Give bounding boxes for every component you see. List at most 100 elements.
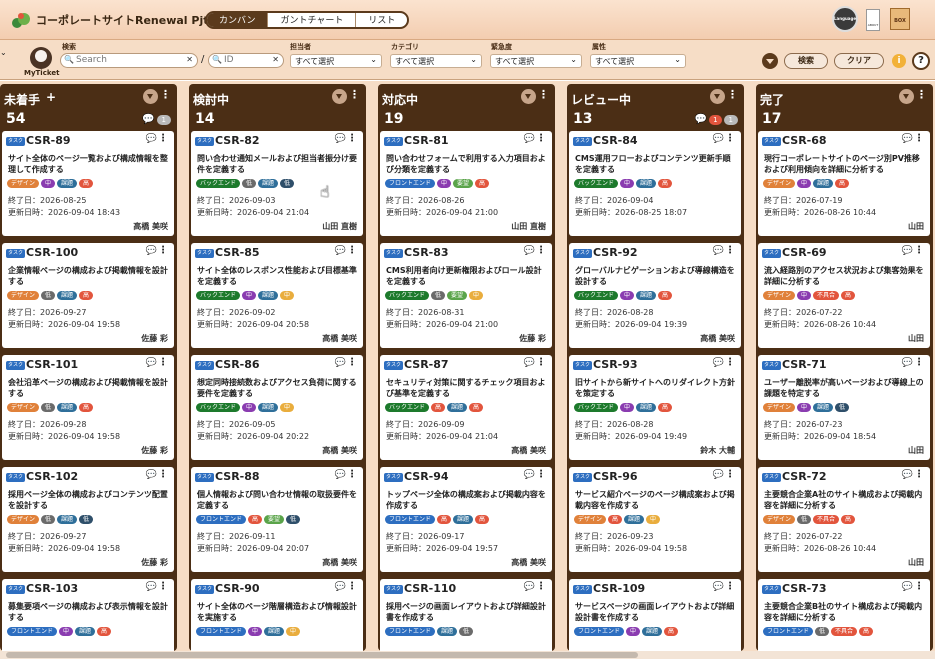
card-menu-icon[interactable]: ⋮ <box>347 133 357 144</box>
ticket-card[interactable]: タスク CSR-68 💬 ⋮ 現行コーポレートサイトのページ別PV推移および利用傾向を詳… <box>758 131 930 236</box>
comment-icon[interactable]: 💬 <box>713 246 724 256</box>
urgency-select[interactable]: すべて選択 ⌄ <box>490 54 582 68</box>
comment-icon[interactable]: 💬 <box>902 134 913 144</box>
comment-icon[interactable]: 💬 <box>524 358 535 368</box>
tab-gantt[interactable]: ガントチャート <box>268 13 357 27</box>
card-menu-icon[interactable]: ⋮ <box>158 357 168 368</box>
id-input[interactable]: 🔍 ID ✕ <box>208 53 284 68</box>
card-menu-icon[interactable]: ⋮ <box>158 469 168 480</box>
comment-icon[interactable]: 💬 <box>524 582 535 592</box>
ticket-card[interactable]: タスク CSR-110 💬 ⋮ 採用ページの画面レイアウトおよび詳細設計書を作成する フロ… <box>380 579 552 651</box>
card-menu-icon[interactable]: ⋮ <box>725 469 735 480</box>
comment-icon[interactable]: 💬 <box>146 470 157 480</box>
comment-icon[interactable]: 💬 <box>902 358 913 368</box>
comment-icon[interactable]: 💬 <box>713 582 724 592</box>
card-menu-icon[interactable]: ⋮ <box>725 245 735 256</box>
box-icon[interactable]: BOX <box>890 8 910 30</box>
tab-kanban[interactable]: カンバン <box>207 13 269 27</box>
document-icon[interactable]: ABOUT <box>866 9 880 31</box>
ticket-card[interactable]: タスク CSR-90 💬 ⋮ サイト全体のページ階層構造および情報設計を実施する フロント… <box>191 579 363 651</box>
comment-icon[interactable]: 💬 <box>902 470 913 480</box>
category-select[interactable]: すべて選択 ⌄ <box>390 54 482 68</box>
comment-icon[interactable]: 💬 <box>335 470 346 480</box>
card-menu-icon[interactable]: ⋮ <box>536 245 546 256</box>
ticket-card[interactable]: タスク CSR-87 💬 ⋮ セキュリティ対策に関するチェック項目および基準を定義するバ… <box>380 355 552 460</box>
card-menu-icon[interactable]: ⋮ <box>536 581 546 592</box>
ticket-card[interactable]: タスク CSR-94 💬 ⋮ トップページ全体の構成案および掲載内容を作成する フロントエ… <box>380 467 552 572</box>
card-menu-icon[interactable]: ⋮ <box>347 581 357 592</box>
card-menu-icon[interactable]: ⋮ <box>536 133 546 144</box>
column-menu-icon[interactable]: ⋮ <box>916 88 927 101</box>
column-filter-icon[interactable] <box>899 89 914 104</box>
add-ticket-button[interactable]: + <box>46 90 56 104</box>
owner-select[interactable]: すべて選択 ⌄ <box>290 54 382 68</box>
comment-icon[interactable]: 💬 <box>146 246 157 256</box>
card-menu-icon[interactable]: ⋮ <box>914 469 924 480</box>
ticket-card[interactable]: タスク CSR-100 💬 ⋮ 企業情報ページの構成および掲載情報を設計する デザイン低課… <box>2 243 174 348</box>
card-menu-icon[interactable]: ⋮ <box>347 469 357 480</box>
attr-select[interactable]: すべて選択 ⌄ <box>590 54 686 68</box>
column-menu-icon[interactable]: ⋮ <box>160 88 171 101</box>
card-menu-icon[interactable]: ⋮ <box>347 357 357 368</box>
tab-list[interactable]: リスト <box>356 13 407 27</box>
card-menu-icon[interactable]: ⋮ <box>914 357 924 368</box>
comment-icon[interactable]: 💬 <box>335 134 346 144</box>
card-menu-icon[interactable]: ⋮ <box>914 245 924 256</box>
ticket-card[interactable]: タスク CSR-88 💬 ⋮ 個人情報および問い合わせ情報の取扱要件を定義する フロントエ… <box>191 467 363 572</box>
card-menu-icon[interactable]: ⋮ <box>347 245 357 256</box>
column-menu-icon[interactable]: ⋮ <box>538 88 549 101</box>
ticket-card[interactable]: タスク CSR-73 💬 ⋮ 主要競合企業B社のサイト構成および掲載内容を詳細に分析する… <box>758 579 930 651</box>
comment-icon[interactable]: 💬 <box>146 358 157 368</box>
ticket-card[interactable]: タスク CSR-92 💬 ⋮ グローバルナビゲーションおよび導線構造を設計する バックエン… <box>569 243 741 348</box>
info-icon[interactable]: i <box>892 54 906 68</box>
clear-button[interactable]: クリア <box>834 53 884 69</box>
collapse-chevron-icon[interactable]: ⌄ <box>0 48 7 57</box>
card-menu-icon[interactable]: ⋮ <box>725 133 735 144</box>
card-menu-icon[interactable]: ⋮ <box>536 469 546 480</box>
my-ticket-toggle[interactable]: MyTicket <box>8 46 59 78</box>
ticket-card[interactable]: タスク CSR-102 💬 ⋮ 採用ページ全体の構成およびコンテンツ配置を設計する デザイ… <box>2 467 174 572</box>
comment-icon[interactable]: 💬 <box>335 246 346 256</box>
column-filter-icon[interactable] <box>332 89 347 104</box>
ticket-card[interactable]: タスク CSR-89 💬 ⋮ サイト全体のページ一覧および構成情報を整理して作成する デザ… <box>2 131 174 236</box>
comment-icon[interactable]: 💬 <box>146 134 157 144</box>
column-menu-icon[interactable]: ⋮ <box>349 88 360 101</box>
ticket-card[interactable]: タスク CSR-101 💬 ⋮ 会社沿革ページの構成および掲載情報を設計する デザイン低課… <box>2 355 174 460</box>
help-icon[interactable]: ? <box>912 52 930 70</box>
card-menu-icon[interactable]: ⋮ <box>158 133 168 144</box>
clear-id-icon[interactable]: ✕ <box>272 55 279 64</box>
comment-icon[interactable]: 💬 <box>713 470 724 480</box>
filter-toggle-icon[interactable] <box>762 53 778 69</box>
comment-icon[interactable]: 💬 <box>902 582 913 592</box>
comment-icon[interactable]: 💬 <box>335 358 346 368</box>
ticket-card[interactable]: タスク CSR-109 💬 ⋮ サービスページの画面レイアウトおよび詳細設計書を作成する… <box>569 579 741 651</box>
ticket-card[interactable]: タスク CSR-85 💬 ⋮ サイト全体のレスポンス性能および目標基準を定義する バックエ… <box>191 243 363 348</box>
ticket-card[interactable]: タスク CSR-82 💬 ⋮ 問い合わせ通知メールおよび担当者振分け要件を定義する バック… <box>191 131 363 236</box>
column-filter-icon[interactable] <box>521 89 536 104</box>
search-button[interactable]: 検索 <box>784 53 828 69</box>
ticket-card[interactable]: タスク CSR-86 💬 ⋮ 想定同時接続数およびアクセス負荷に関する要件を定義する バッ… <box>191 355 363 460</box>
horizontal-scrollbar[interactable] <box>0 651 935 659</box>
clear-search-icon[interactable]: ✕ <box>186 55 193 64</box>
column-menu-icon[interactable]: ⋮ <box>727 88 738 101</box>
card-menu-icon[interactable]: ⋮ <box>536 357 546 368</box>
column-filter-icon[interactable] <box>710 89 725 104</box>
language-icon[interactable]: Language <box>832 6 858 32</box>
column-filter-icon[interactable] <box>143 89 158 104</box>
comment-icon[interactable]: 💬 <box>713 358 724 368</box>
comment-icon[interactable]: 💬 <box>902 246 913 256</box>
card-menu-icon[interactable]: ⋮ <box>158 581 168 592</box>
comment-icon[interactable]: 💬 <box>146 582 157 592</box>
ticket-card[interactable]: タスク CSR-83 💬 ⋮ CMS利用者向け更新権限およびロール設計を定義する バックエ… <box>380 243 552 348</box>
ticket-card[interactable]: タスク CSR-84 💬 ⋮ CMS運用フローおよびコンテンツ更新手順を定義する バックエ… <box>569 131 741 236</box>
search-input[interactable]: 🔍 Search ✕ <box>60 53 198 68</box>
ticket-card[interactable]: タスク CSR-72 💬 ⋮ 主要競合企業A社のサイト構成および掲載内容を詳細に分析する… <box>758 467 930 572</box>
ticket-card[interactable]: タスク CSR-103 💬 ⋮ 募集要項ページの構成および表示情報を設計する フロントエン… <box>2 579 174 651</box>
ticket-card[interactable]: タスク CSR-69 💬 ⋮ 流入経路別のアクセス状況および集客効果を詳細に分析する デザ… <box>758 243 930 348</box>
ticket-card[interactable]: タスク CSR-96 💬 ⋮ サービス紹介ページのページ構成案および掲載内容を作成するデ… <box>569 467 741 572</box>
ticket-card[interactable]: タスク CSR-93 💬 ⋮ 旧サイトから新サイトへのリダイレクト方針を策定する バックエ… <box>569 355 741 460</box>
ticket-card[interactable]: タスク CSR-71 💬 ⋮ ユーザー離脱率が高いページおよび導線上の課題を特定する デザ… <box>758 355 930 460</box>
ticket-card[interactable]: タスク CSR-81 💬 ⋮ 問い合わせフォームで利用する入力項目および分類を定義するフ… <box>380 131 552 236</box>
comment-icon[interactable]: 💬 <box>524 246 535 256</box>
comment-icon[interactable]: 💬 <box>335 582 346 592</box>
